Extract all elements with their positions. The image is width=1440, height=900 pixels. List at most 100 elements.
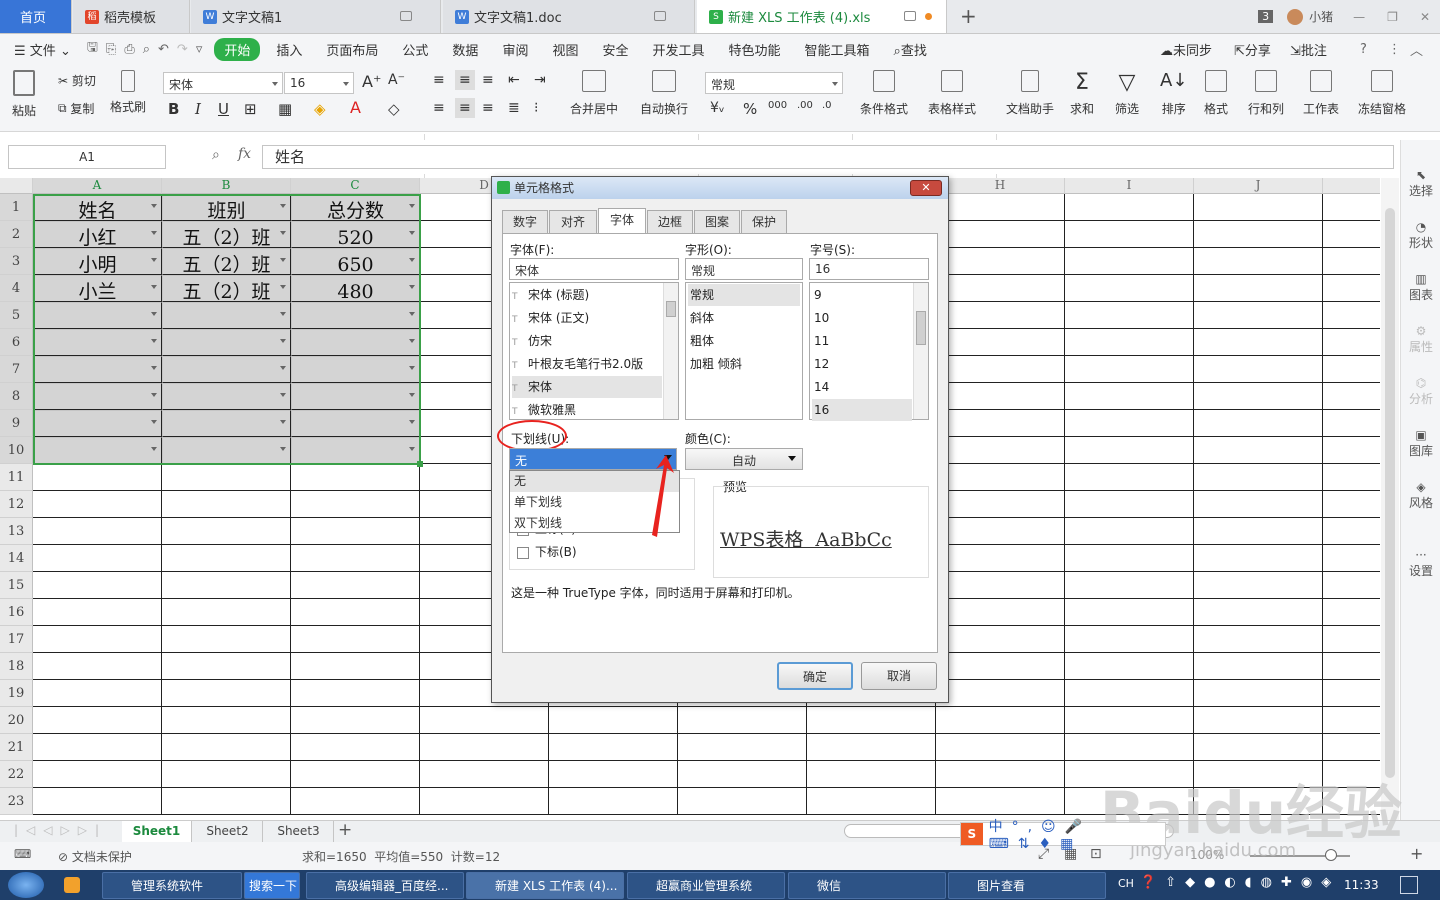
table-cell[interactable] [936,437,1065,464]
taskbar-item-erp[interactable]: 超赢商业管理系统 [627,872,785,899]
tab-window-icon[interactable] [904,11,916,21]
table-style-button[interactable]: 表格样式 [928,70,976,117]
row-header[interactable]: 17 [0,626,33,653]
table-cell[interactable] [1065,356,1194,383]
save-icon[interactable]: 🖫 [83,38,102,60]
table-cell[interactable] [1194,599,1323,626]
scrollbar-thumb[interactable] [1385,208,1395,778]
table-cell[interactable] [1065,653,1194,680]
tab-font[interactable]: 字体 [598,208,646,234]
tab-window-icon[interactable] [654,11,666,21]
currency-icon[interactable]: ¥ᵥ [710,100,725,116]
table-cell[interactable] [33,788,162,815]
table-cell[interactable] [1194,248,1323,275]
table-cell[interactable] [162,545,291,572]
shape-tool[interactable]: ◔ 形状 [1401,220,1440,251]
taskbar-item-xls[interactable]: 新建 XLS 工作表 (4)... [466,872,624,899]
row-header[interactable]: 3 [0,248,33,275]
tab-special[interactable]: 特色功能 [717,40,793,59]
italic-icon[interactable]: I [195,100,201,118]
row-header[interactable]: 16 [0,599,33,626]
name-box[interactable]: A1 [8,145,166,169]
zoom-search-icon[interactable]: ⌕ [212,147,220,163]
size-list-item[interactable]: 12 [812,353,912,375]
select-tool[interactable]: ⬉ 选择 [1401,168,1440,199]
table-cell[interactable] [162,734,291,761]
table-cell[interactable] [1065,221,1194,248]
more-icon[interactable]: ⋮ [1388,42,1401,57]
table-cell[interactable] [33,626,162,653]
table-cell[interactable] [807,788,936,815]
table-cell[interactable] [33,680,162,707]
app-launcher-icon[interactable] [64,877,80,893]
table-cell[interactable] [291,572,420,599]
tab-security[interactable]: 安全 [590,40,640,59]
table-cell[interactable] [420,761,549,788]
ime-tools-icons[interactable]: 中°,☺🎤⌨⇅♦▦ [989,816,1165,852]
table-cell[interactable] [1323,680,1380,707]
row-header[interactable]: 19 [0,680,33,707]
indent-decrease-icon[interactable]: ⇤ [508,72,520,88]
font-size-select[interactable]: 16 [284,72,354,94]
tab-border[interactable]: 边框 [647,210,693,234]
tab-formula[interactable]: 公式 [390,40,440,59]
tab-doc1[interactable]: W 文字文稿1 [191,0,441,33]
table-cell[interactable] [162,464,291,491]
font-list-item[interactable]: T 仿宋 [512,330,662,352]
table-cell[interactable] [33,707,162,734]
paste-button[interactable]: 粘贴 [12,70,36,119]
restore-icon[interactable]: ❐ [1387,10,1398,24]
table-cell[interactable] [807,734,936,761]
table-cell[interactable] [1065,410,1194,437]
tab-window-icon[interactable] [400,11,412,21]
style-list-item[interactable]: 斜体 [688,307,800,329]
table-cell[interactable] [1065,680,1194,707]
table-cell[interactable] [1065,572,1194,599]
table-cell[interactable] [1323,599,1380,626]
font-name-select[interactable]: 宋体 [163,72,283,94]
size-list-item[interactable]: 9 [812,284,912,306]
table-cell[interactable] [1194,302,1323,329]
table-cell[interactable] [936,491,1065,518]
column-header[interactable] [1323,178,1380,194]
percent-icon[interactable]: % [743,100,757,118]
tab-home[interactable]: 首页 [0,0,72,33]
taskbar-item-ie[interactable]: 管理系统软件 [102,872,242,899]
table-cell[interactable] [1065,707,1194,734]
comment-button[interactable]: ⇲批注 [1290,40,1327,59]
zoom-slider-handle[interactable] [1325,849,1337,861]
column-header[interactable]: A [33,178,162,194]
scrollbar-thumb[interactable] [666,301,676,317]
table-cell[interactable] [1194,572,1323,599]
font-list[interactable]: T 宋体 (标题) T 宋体 (正文) T 仿宋 T 叶根友毛笔行书2.0版 T 宋体 T… [509,282,679,420]
font-list-item[interactable]: T 宋体 (正文) [512,307,662,329]
table-cell[interactable] [1194,383,1323,410]
fill-color-icon[interactable]: ◈ [314,100,326,118]
table-cell[interactable] [936,329,1065,356]
size-list-item[interactable]: 14 [812,376,912,398]
freeze-panes-button[interactable]: 冻结窗格 [1358,70,1406,117]
align-left-icon[interactable]: ≡ [433,100,445,116]
table-cell[interactable] [1065,734,1194,761]
fx-icon[interactable]: fx [238,146,251,162]
tray-icons[interactable]: ❓⇧◆●◐◖◍✚◉◈ [1140,875,1340,890]
table-cell[interactable] [1323,545,1380,572]
formula-input[interactable]: 姓名 [262,145,1394,169]
doc-helper-button[interactable]: 文档助手 [1006,70,1054,117]
table-cell[interactable] [1323,572,1380,599]
row-header[interactable]: 12 [0,491,33,518]
table-cell[interactable] [291,680,420,707]
align-top-icon[interactable]: ≡ [433,72,445,88]
table-cell[interactable] [549,734,678,761]
justify-icon[interactable]: ≣ [508,100,520,116]
merge-border-icon[interactable]: ▦ [278,100,292,118]
sheet-tab-3[interactable]: Sheet3 [264,821,334,842]
decrease-font-icon[interactable]: A⁻ [388,72,405,88]
zoom-in-icon[interactable]: + [1410,844,1423,863]
tab-insert[interactable]: 插入 [264,40,314,59]
sum-button[interactable]: Σ 求和 [1070,70,1094,117]
new-tab-icon[interactable]: + [960,4,977,28]
analysis-tool[interactable]: ⌬ 分析 [1401,376,1440,407]
tab-view[interactable]: 视图 [540,40,590,59]
quick-access-more-icon[interactable]: ▿ [192,42,211,57]
